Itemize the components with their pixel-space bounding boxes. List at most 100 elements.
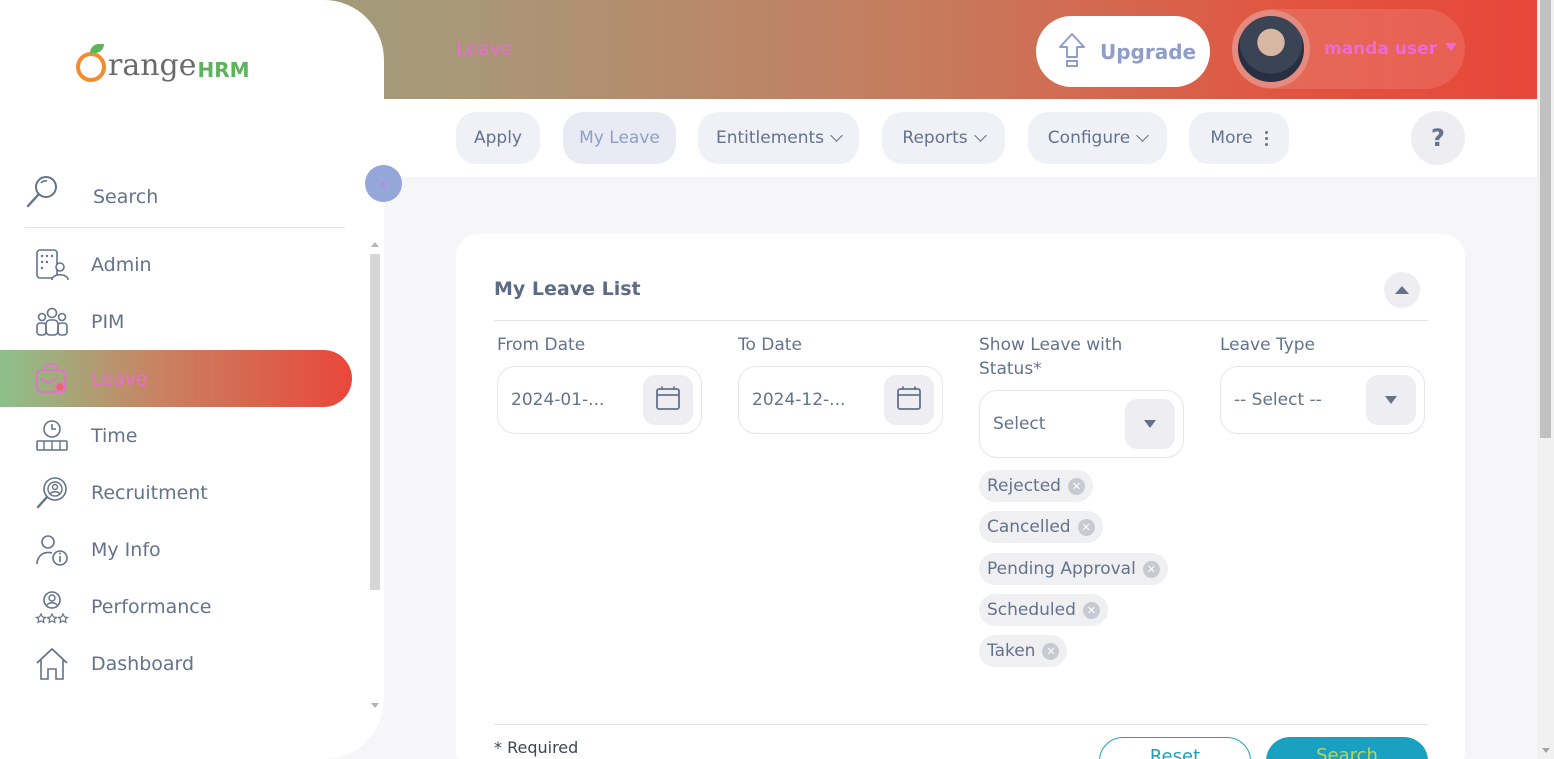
orangehrm-logo[interactable]: range HRM [76,44,250,83]
page-scrollbar[interactable] [1537,0,1554,759]
to-date-input[interactable]: 2024-12-... [738,366,943,434]
calendar-icon [896,385,922,415]
leave-type-select[interactable]: -- Select -- [1220,366,1425,434]
tab-my-leave[interactable]: My Leave [563,112,676,164]
calendar-button[interactable] [643,375,693,425]
status-select[interactable]: Select [979,390,1184,458]
status-dropdown-button[interactable] [1125,399,1175,449]
caret-up-icon [1395,286,1409,294]
calendar-button[interactable] [884,375,934,425]
calendar-icon [655,385,681,415]
sidebar-item-label: My Info [91,538,161,561]
caret-down-icon [1144,420,1156,428]
tab-reports[interactable]: Reports [882,112,1005,164]
scroll-down-icon [1542,748,1550,753]
status-label-line1: Show Leave with [979,335,1123,355]
to-date-label: To Date [738,335,802,355]
chip-label: Pending Approval [987,559,1136,579]
tab-label: Reports [902,128,968,148]
chip-label: Cancelled [987,517,1071,537]
help-button[interactable]: ? [1411,111,1465,165]
sidebar-item-performance[interactable]: Performance [0,578,352,635]
dashboard-icon [35,647,69,681]
logo-suffix: HRM [197,58,250,82]
collapse-filter-button[interactable] [1384,272,1420,308]
from-date-value: 2024-01-... [511,390,605,410]
more-vertical-icon [1264,130,1268,146]
user-name: manda user [1324,39,1437,59]
sidebar-item-leave[interactable]: Leave [0,350,352,407]
status-chip-cancelled: Cancelled ✕ [979,511,1103,543]
sidebar: range HRM Search Admin PIM Leave Time Re… [0,0,384,759]
card-title: My Leave List [494,278,641,300]
tab-configure[interactable]: Configure [1028,112,1167,164]
search-button[interactable]: Search [1266,737,1428,759]
sidebar-item-dashboard[interactable]: Dashboard [0,635,352,692]
sidebar-search-label: Search [93,185,159,208]
chevron-left-icon: ‹ [380,174,387,193]
required-note: * Required [494,738,579,757]
caret-down-icon [1385,396,1397,404]
remove-chip-icon[interactable]: ✕ [1077,518,1095,536]
caret-down-icon [1444,43,1457,51]
remove-chip-icon[interactable]: ✕ [1142,560,1160,578]
status-chip-pending-approval: Pending Approval ✕ [979,553,1168,585]
status-chip-scheduled: Scheduled ✕ [979,594,1108,626]
remove-chip-icon[interactable]: ✕ [1042,642,1060,660]
sidebar-item-label: Recruitment [91,481,208,504]
divider [494,320,1428,321]
upgrade-label: Upgrade [1100,39,1197,64]
tab-label: Entitlements [715,128,825,148]
sidebar-item-label: Leave [91,367,148,390]
leave-type-dropdown-button[interactable] [1366,375,1416,425]
sidebar-item-admin[interactable]: Admin [0,236,352,293]
sidebar-item-time[interactable]: Time [0,407,352,464]
sidebar-item-label: Time [91,424,138,447]
sidebar-item-my-info[interactable]: My Info [0,521,352,578]
upgrade-button[interactable]: Upgrade [1036,16,1210,87]
chip-label: Rejected [987,476,1061,496]
tab-label: Configure [1047,128,1131,148]
tab-entitlements[interactable]: Entitlements [698,112,859,164]
from-date-label: From Date [497,335,586,355]
from-date-input[interactable]: 2024-01-... [497,366,702,434]
tab-label: My Leave [579,128,660,148]
user-dropdown[interactable]: manda user [1232,9,1465,89]
scroll-down-icon [371,703,379,708]
admin-icon [35,248,69,282]
search-icon [25,174,61,214]
divider [494,724,1428,725]
tab-label: More [1210,128,1253,148]
remove-chip-icon[interactable]: ✕ [1082,601,1100,619]
sidebar-item-pim[interactable]: PIM [0,293,352,350]
sidebar-item-label: PIM [91,310,125,333]
sidebar-item-label: Performance [91,595,212,618]
orange-icon [76,44,106,82]
module-title: Leave [456,38,513,60]
upgrade-arrow-icon [1058,32,1086,72]
remove-chip-icon[interactable]: ✕ [1067,477,1085,495]
logo-text: range [108,48,197,83]
leave-type-label: Leave Type [1220,335,1316,355]
chip-label: Scheduled [987,600,1076,620]
scrollbar-thumb[interactable] [1540,0,1551,438]
leave-icon [35,362,69,396]
tab-more[interactable]: More [1189,112,1289,164]
my-leave-list-card [456,234,1465,759]
chip-label: Taken [987,641,1036,661]
tab-label: Apply [474,128,522,148]
sidebar-item-label: Dashboard [91,652,195,675]
status-chip-rejected: Rejected ✕ [979,470,1093,502]
reset-button[interactable]: Reset [1099,737,1251,759]
my-info-icon [35,533,69,567]
chevron-down-icon [830,129,843,142]
sidebar-item-recruitment[interactable]: Recruitment [0,464,352,521]
tab-apply[interactable]: Apply [456,112,540,164]
sidebar-search[interactable]: Search [25,160,345,228]
status-select-value: Select [993,414,1046,434]
sidebar-collapse-button[interactable]: ‹ [365,165,402,202]
pim-icon [35,305,69,339]
performance-icon [35,590,69,624]
sidebar-scrollbar[interactable] [369,240,381,710]
scrollbar-thumb[interactable] [370,254,380,590]
